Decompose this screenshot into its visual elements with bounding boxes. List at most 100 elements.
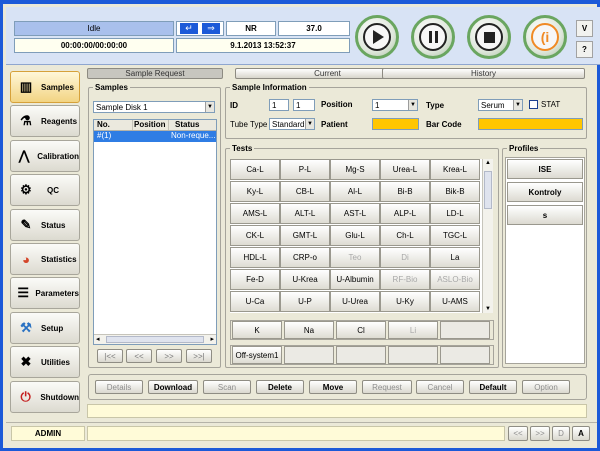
last-page-button[interactable]: >>| — [186, 349, 212, 363]
test-button[interactable]: CRP-o — [280, 247, 330, 268]
scroll-right-icon[interactable]: ▸ — [210, 335, 214, 343]
sidebar-item-statistics[interactable]: ◕ Statistics — [10, 243, 80, 275]
tests-scrollbar[interactable]: ▲ ▼ — [482, 159, 493, 313]
ise-test-button[interactable]: Li — [388, 321, 438, 339]
profile-kontroly[interactable]: Kontroly — [507, 182, 583, 202]
test-button[interactable]: AST-L — [330, 203, 380, 224]
sidebar-item-qc[interactable]: ⚙ QC — [10, 174, 80, 206]
test-button[interactable]: LD-L — [430, 203, 480, 224]
scroll-up-icon[interactable]: ▲ — [485, 160, 491, 166]
footer-prev-button[interactable]: << — [508, 426, 528, 441]
test-button[interactable]: Ky-L — [230, 181, 280, 202]
scroll-thumb[interactable] — [106, 336, 204, 343]
play-button[interactable] — [355, 15, 399, 59]
scan-button[interactable]: Scan — [203, 380, 251, 394]
sidebar-item-utilities[interactable]: ✖ Utilities — [10, 346, 80, 378]
id-field-2[interactable]: 1 — [293, 99, 315, 111]
test-button[interactable]: P-L — [280, 159, 330, 180]
scroll-down-icon[interactable]: ▼ — [485, 306, 491, 312]
default-button[interactable]: Default — [469, 380, 517, 394]
test-button[interactable]: AMS-L — [230, 203, 280, 224]
position-select[interactable]: 1 ▼ — [372, 99, 418, 111]
test-button[interactable]: U-AMS — [430, 291, 480, 312]
test-button[interactable]: U-Urea — [330, 291, 380, 312]
test-button[interactable]: Al-L — [330, 181, 380, 202]
profile-s[interactable]: s — [507, 205, 583, 225]
offsystem-test-button[interactable] — [440, 346, 490, 364]
version-button[interactable]: V — [576, 20, 593, 37]
test-button[interactable]: GMT-L — [280, 225, 330, 246]
ise-test-button[interactable]: Cl — [336, 321, 386, 339]
test-button[interactable]: CB-L — [280, 181, 330, 202]
footer-next-button[interactable]: >> — [530, 426, 550, 441]
stat-checkbox[interactable] — [529, 100, 538, 109]
offsystem-test-button[interactable]: Off-system1 — [232, 346, 282, 364]
help-button[interactable]: ? — [576, 41, 593, 58]
test-button[interactable]: ASLO-Bio — [430, 269, 480, 290]
barcode-field[interactable] — [478, 118, 583, 130]
sidebar-item-reagents[interactable]: ⚗ Reagents — [10, 105, 80, 137]
offsystem-test-button[interactable] — [336, 346, 386, 364]
test-button[interactable]: U-Krea — [280, 269, 330, 290]
test-button[interactable]: U-P — [280, 291, 330, 312]
ise-test-button[interactable]: K — [232, 321, 282, 339]
patient-field[interactable] — [372, 118, 419, 130]
footer-d-button[interactable]: D — [552, 426, 570, 441]
test-button[interactable]: U-Ca — [230, 291, 280, 312]
request-button[interactable]: Request — [362, 380, 412, 394]
offsystem-test-button[interactable] — [284, 346, 334, 364]
test-button[interactable]: Teo — [330, 247, 380, 268]
test-button[interactable]: Krea-L — [430, 159, 480, 180]
stop-button[interactable] — [467, 15, 511, 59]
tab-sample-request[interactable]: Sample Request — [87, 68, 223, 79]
test-button[interactable]: Ch-L — [380, 225, 430, 246]
test-button[interactable]: La — [430, 247, 480, 268]
test-button[interactable]: RF-Bio — [380, 269, 430, 290]
test-button[interactable]: TGC-L — [430, 225, 480, 246]
table-row[interactable]: #(1) Non-reque... — [94, 131, 216, 142]
test-button[interactable]: Mg-S — [330, 159, 380, 180]
test-button[interactable]: Bi-B — [380, 181, 430, 202]
details-button[interactable]: Details — [95, 380, 143, 394]
sidebar-item-samples[interactable]: ▥ Samples — [10, 71, 80, 103]
test-button[interactable]: Ca-L — [230, 159, 280, 180]
tab-history[interactable]: History — [382, 68, 585, 79]
horizontal-scrollbar[interactable]: ◂ ▸ — [94, 334, 216, 344]
type-select[interactable]: Serum ▼ — [478, 99, 523, 111]
scroll-left-icon[interactable]: ◂ — [96, 335, 100, 343]
first-page-button[interactable]: |<< — [97, 349, 123, 363]
ise-test-button[interactable]: Na — [284, 321, 334, 339]
download-button[interactable]: Download — [148, 380, 198, 394]
sidebar-item-parameters[interactable]: ☰ Parameters — [10, 277, 80, 309]
test-button[interactable]: U-Ky — [380, 291, 430, 312]
pause-button[interactable] — [411, 15, 455, 59]
test-button[interactable]: Fe-D — [230, 269, 280, 290]
sample-disk-select[interactable]: Sample Disk 1 ▼ — [93, 101, 215, 113]
delete-button[interactable]: Delete — [256, 380, 304, 394]
test-button[interactable]: U-Albumin — [330, 269, 380, 290]
id-field-1[interactable]: 1 — [269, 99, 289, 111]
test-button[interactable]: CK-L — [230, 225, 280, 246]
sidebar-item-shutdown[interactable]: ⏻ Shutdown — [10, 381, 80, 413]
test-button[interactable]: HDL-L — [230, 247, 280, 268]
scroll-thumb[interactable] — [484, 171, 492, 209]
profile-ise[interactable]: ISE — [507, 159, 583, 179]
test-button[interactable]: Bik-B — [430, 181, 480, 202]
prev-page-button[interactable]: << — [126, 349, 152, 363]
cancel-button[interactable]: Cancel — [416, 380, 464, 394]
move-button[interactable]: Move — [309, 380, 357, 394]
footer-a-button[interactable]: A — [572, 426, 590, 441]
test-button[interactable]: Glu-L — [330, 225, 380, 246]
ise-test-button[interactable] — [440, 321, 490, 339]
tube-type-select[interactable]: Standard ▼ — [269, 118, 315, 130]
sidebar-item-status[interactable]: ✎ Status — [10, 209, 80, 241]
test-button[interactable]: Di — [380, 247, 430, 268]
sidebar-item-calibration[interactable]: ⋀ Calibration — [10, 140, 80, 172]
test-button[interactable]: ALP-L — [380, 203, 430, 224]
logo-button[interactable]: (i — [523, 15, 567, 59]
sidebar-item-setup[interactable]: ⚒ Setup — [10, 312, 80, 344]
offsystem-test-button[interactable] — [388, 346, 438, 364]
test-button[interactable]: ALT-L — [280, 203, 330, 224]
next-page-button[interactable]: >> — [156, 349, 182, 363]
option-button[interactable]: Option — [522, 380, 570, 394]
